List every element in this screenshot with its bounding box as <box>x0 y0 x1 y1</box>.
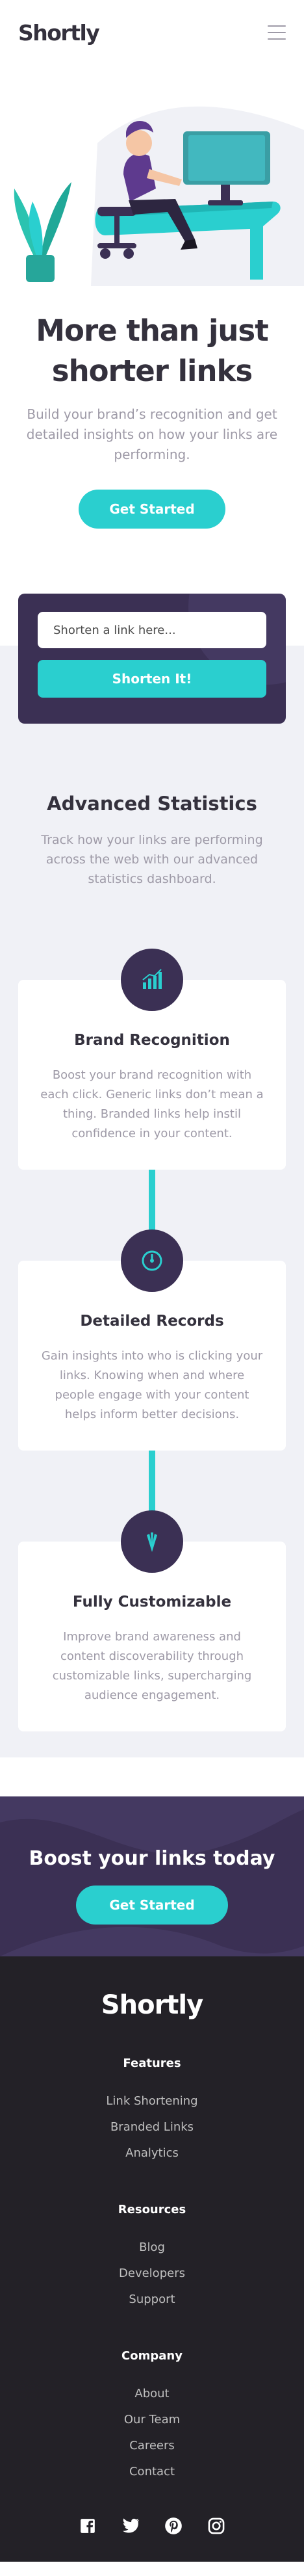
hero-section: More than just shorter links Build your … <box>0 311 304 529</box>
site-logo[interactable]: Shortly <box>18 20 100 46</box>
feature-card-detailed-records: Detailed Records Gain insights into who … <box>18 1229 286 1451</box>
card-text: Improve brand awareness and content disc… <box>52 1630 252 1702</box>
hamburger-menu-icon[interactable] <box>268 25 286 40</box>
feature-card-brand-recognition: Brand Recognition Boost your brand recog… <box>18 949 286 1170</box>
footer-link[interactable]: Contact <box>0 2459 304 2485</box>
footer-column-title: Company <box>121 2349 183 2363</box>
hero-illustration <box>0 65 304 286</box>
footer-link[interactable]: About <box>0 2381 304 2407</box>
shorten-it-button[interactable]: Shorten It! <box>38 660 266 698</box>
footer-column-resources: Resources Blog Developers Support <box>0 2203 304 2313</box>
boost-title: Boost your links today <box>29 1847 275 1870</box>
footer-link[interactable]: Branded Links <box>0 2114 304 2140</box>
statistics-subtitle: Track how your links are performing acro… <box>41 833 263 886</box>
brush-tools-icon <box>121 1510 183 1573</box>
card-text: Boost your brand recognition with each c… <box>40 1068 264 1140</box>
instagram-icon[interactable] <box>207 2516 226 2536</box>
site-footer: Shortly Features Link Shortening Branded… <box>0 1956 304 2562</box>
footer-column-title: Features <box>123 2057 181 2070</box>
footer-column-company: Company About Our Team Careers Contact <box>0 2349 304 2485</box>
footer-logo[interactable]: Shortly <box>0 1990 304 2020</box>
card-title: Fully Customizable <box>72 1594 232 1610</box>
card-title: Detailed Records <box>80 1313 224 1330</box>
footer-link[interactable]: Careers <box>0 2433 304 2459</box>
feature-cards: Brand Recognition Boost your brand recog… <box>0 949 304 1731</box>
footer-link[interactable]: Analytics <box>0 2140 304 2166</box>
social-links <box>0 2516 304 2536</box>
shorten-form: Shorten It! <box>18 594 286 724</box>
pinterest-icon[interactable] <box>164 2516 183 2536</box>
statistics-title: Advanced Statistics <box>47 793 257 815</box>
footer-column-title: Resources <box>118 2203 186 2216</box>
get-started-button[interactable]: Get Started <box>79 490 225 529</box>
footer-column-features: Features Link Shortening Branded Links A… <box>0 2057 304 2166</box>
bar-chart-icon <box>121 949 183 1011</box>
working-person-illustration <box>14 106 304 286</box>
hero-title: More than just shorter links <box>36 313 268 388</box>
statistics-header: Advanced Statistics Track how your links… <box>0 793 304 889</box>
site-header: Shortly <box>0 0 304 65</box>
footer-link[interactable]: Support <box>0 2287 304 2313</box>
twitter-icon[interactable] <box>121 2516 140 2536</box>
shorten-link-input[interactable] <box>38 612 266 648</box>
boost-get-started-button[interactable]: Get Started <box>76 1886 228 1925</box>
card-text: Gain insights into who is clicking your … <box>41 1349 263 1421</box>
boost-section: Boost your links today Get Started <box>0 1796 304 1956</box>
footer-link[interactable]: Link Shortening <box>0 2088 304 2114</box>
facebook-icon[interactable] <box>78 2516 97 2536</box>
gauge-icon <box>121 1229 183 1292</box>
feature-card-fully-customizable: Fully Customizable Improve brand awarene… <box>18 1510 286 1731</box>
footer-link[interactable]: Blog <box>0 2235 304 2261</box>
footer-link[interactable]: Our Team <box>0 2407 304 2433</box>
card-title: Brand Recognition <box>74 1032 230 1049</box>
hero-subtitle: Build your brand’s recognition and get d… <box>26 406 278 462</box>
statistics-section: Shorten It! Advanced Statistics Track ho… <box>0 594 304 1757</box>
footer-link[interactable]: Developers <box>0 2261 304 2287</box>
